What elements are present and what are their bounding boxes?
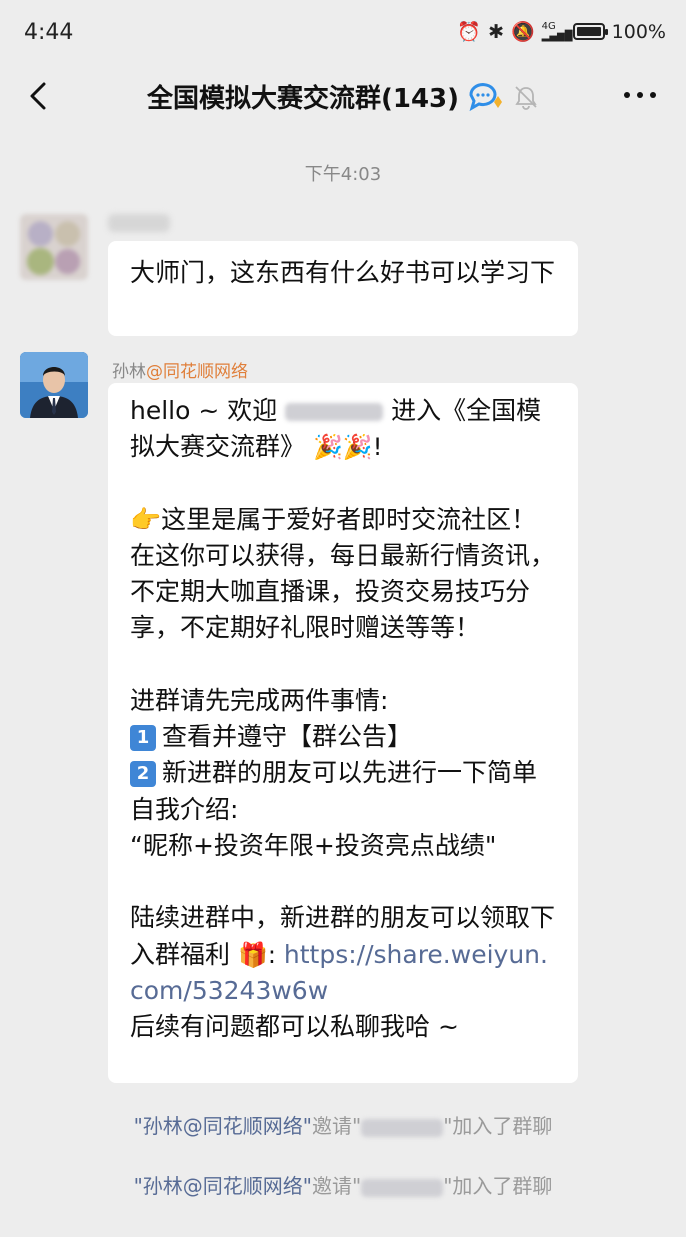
alarm-icon: ⏰ bbox=[457, 21, 482, 43]
number-two-icon: 2 bbox=[130, 761, 156, 788]
message-line: 👉这里是属于爱好者即时交流社区！在这你可以获得，每日最新行情资讯，不定期大咖直播… bbox=[130, 504, 556, 643]
gift-icon: 🎁: bbox=[237, 940, 276, 969]
chat-header: 全国模拟大赛交流群(143) bbox=[0, 70, 686, 122]
message-line: 进群请先完成两件事情: bbox=[130, 685, 389, 715]
sender-name: 孙林@同花顺网络 bbox=[112, 362, 248, 382]
battery-icon bbox=[572, 23, 608, 40]
signal-icon: 4G▂▄▆█ bbox=[541, 20, 573, 42]
redacted-name bbox=[361, 1178, 444, 1197]
avatar[interactable] bbox=[20, 214, 88, 280]
redacted-mention bbox=[285, 403, 384, 421]
battery-percent: 100% bbox=[611, 20, 666, 43]
system-message: "孙林@同花顺网络"邀请" "加入了群聊 bbox=[133, 1114, 553, 1138]
system-message: "孙林@同花顺网络"邀请" "加入了群聊 bbox=[133, 1174, 553, 1198]
message-text: 大师门，这东西有什么好书可以学习下 bbox=[130, 258, 556, 287]
chat-title: 全国模拟大赛交流群(143) bbox=[146, 84, 460, 114]
avatar[interactable] bbox=[20, 352, 88, 418]
status-bar: 4:44 ⏰ ✱ 🔕 4G▂▄▆█ 100% bbox=[0, 0, 686, 70]
more-options-icon[interactable] bbox=[624, 92, 656, 98]
sender-name-redacted bbox=[108, 214, 170, 232]
message-line: hello ~ 欢迎 进入《全国模拟大赛交流群》 🎉🎉! bbox=[130, 396, 542, 462]
message-line: 2 新进群的朋友可以先进行一下简单自我介绍: bbox=[130, 758, 538, 824]
chat-title-area[interactable]: 全国模拟大赛交流群(143) bbox=[0, 78, 686, 115]
group-chat-badge-icon bbox=[469, 82, 503, 111]
status-time: 4:44 bbox=[24, 20, 74, 45]
inviter-name[interactable]: "孙林@同花顺网络" bbox=[134, 1174, 312, 1198]
message-timestamp: 下午4:03 bbox=[304, 164, 382, 185]
mute-bell-icon: 🔕 bbox=[511, 21, 535, 43]
message-line: “昵称+投资年限+投资亮点战绩" bbox=[130, 830, 497, 860]
redacted-name bbox=[361, 1118, 444, 1137]
person-avatar-icon bbox=[20, 352, 88, 418]
status-icons: ⏰ ✱ 🔕 4G▂▄▆█ 100% bbox=[457, 20, 666, 44]
bluetooth-icon: ✱ bbox=[488, 20, 504, 43]
message-line: 陆续进群中，新进群的朋友可以领取下入群福利 🎁: https://share.w… bbox=[130, 903, 556, 1005]
number-one-icon: 1 bbox=[130, 725, 156, 752]
message-line: 1 查看并遵守【群公告】 bbox=[130, 719, 556, 755]
message-bubble[interactable]: 大师门，这东西有什么好书可以学习下 bbox=[108, 241, 578, 336]
message-line: 后续有问题都可以私聊我哈 ~ bbox=[130, 1012, 459, 1042]
inviter-name[interactable]: "孙林@同花顺网络" bbox=[134, 1114, 312, 1138]
muted-bell-icon bbox=[515, 85, 537, 110]
message-bubble[interactable]: hello ~ 欢迎 进入《全国模拟大赛交流群》 🎉🎉! 👉这里是属于爱好者即时… bbox=[108, 383, 578, 1083]
